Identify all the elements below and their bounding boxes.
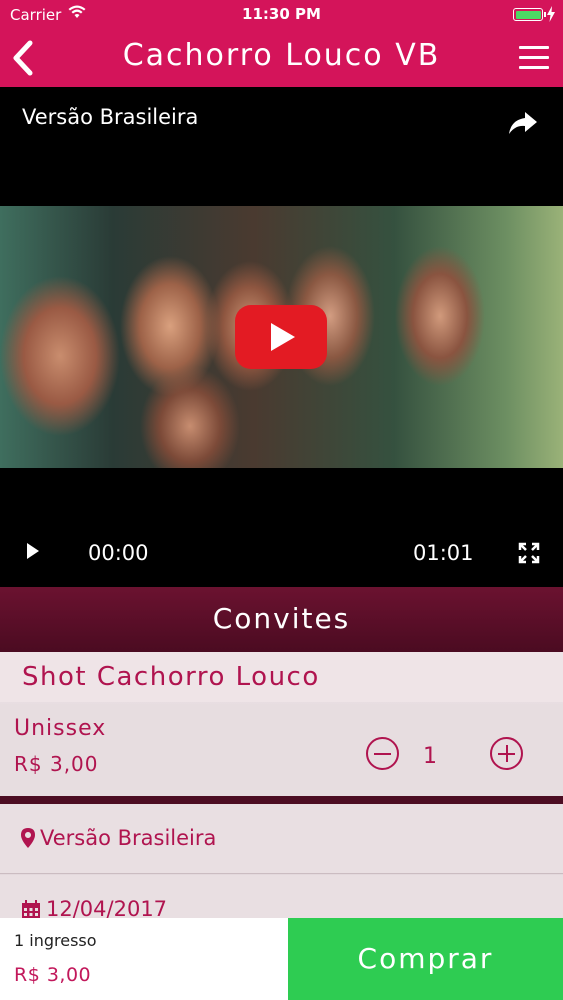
buy-button[interactable]: Comprar	[288, 918, 563, 1000]
youtube-play-button[interactable]	[235, 305, 327, 369]
ticket-count: 1 ingresso	[14, 931, 97, 950]
section-divider	[0, 796, 563, 804]
ticket-type: Unissex	[14, 716, 107, 741]
hamburger-menu-button[interactable]	[519, 46, 549, 70]
current-time: 00:00	[88, 541, 149, 565]
decrease-quantity-button[interactable]	[366, 737, 399, 770]
video-title: Versão Brasileira	[22, 105, 199, 129]
back-button[interactable]	[10, 40, 40, 76]
battery-icon	[513, 8, 546, 21]
share-arrow-icon	[509, 112, 537, 134]
charging-icon	[547, 6, 555, 26]
share-button[interactable]	[507, 109, 539, 137]
quantity-value: 1	[423, 744, 437, 769]
checkout-bar: 1 ingresso R$ 3,00 Comprar	[0, 918, 563, 1000]
duration: 01:01	[413, 541, 474, 565]
section-header: Convites	[0, 587, 563, 652]
nav-bar: Cachorro Louco VB	[0, 30, 563, 87]
chevron-left-icon	[13, 40, 33, 76]
ticket-price: R$ 3,00	[14, 752, 99, 776]
ticket-name: Shot Cachorro Louco	[0, 652, 563, 702]
clock: 11:30 PM	[242, 5, 321, 23]
order-summary: 1 ingresso R$ 3,00	[0, 918, 288, 1000]
map-pin-icon	[21, 828, 35, 852]
play-icon	[27, 543, 39, 559]
minus-icon	[374, 752, 391, 755]
venue-row[interactable]: Versão Brasileira	[0, 804, 563, 874]
fullscreen-button[interactable]	[518, 542, 540, 564]
increase-quantity-button[interactable]	[490, 737, 523, 770]
status-bar: Carrier 11:30 PM	[0, 0, 563, 30]
video-player: Versão Brasileira 00:00 01:01	[0, 87, 563, 587]
venue-name: Versão Brasileira	[40, 826, 217, 850]
order-total: R$ 3,00	[14, 964, 92, 986]
ticket-option-row: Unissex R$ 3,00 1	[0, 704, 563, 796]
page-title: Cachorro Louco VB	[122, 38, 441, 73]
play-button[interactable]	[26, 541, 40, 565]
fullscreen-icon	[518, 542, 540, 564]
video-controls: 00:00 01:01	[0, 532, 563, 572]
